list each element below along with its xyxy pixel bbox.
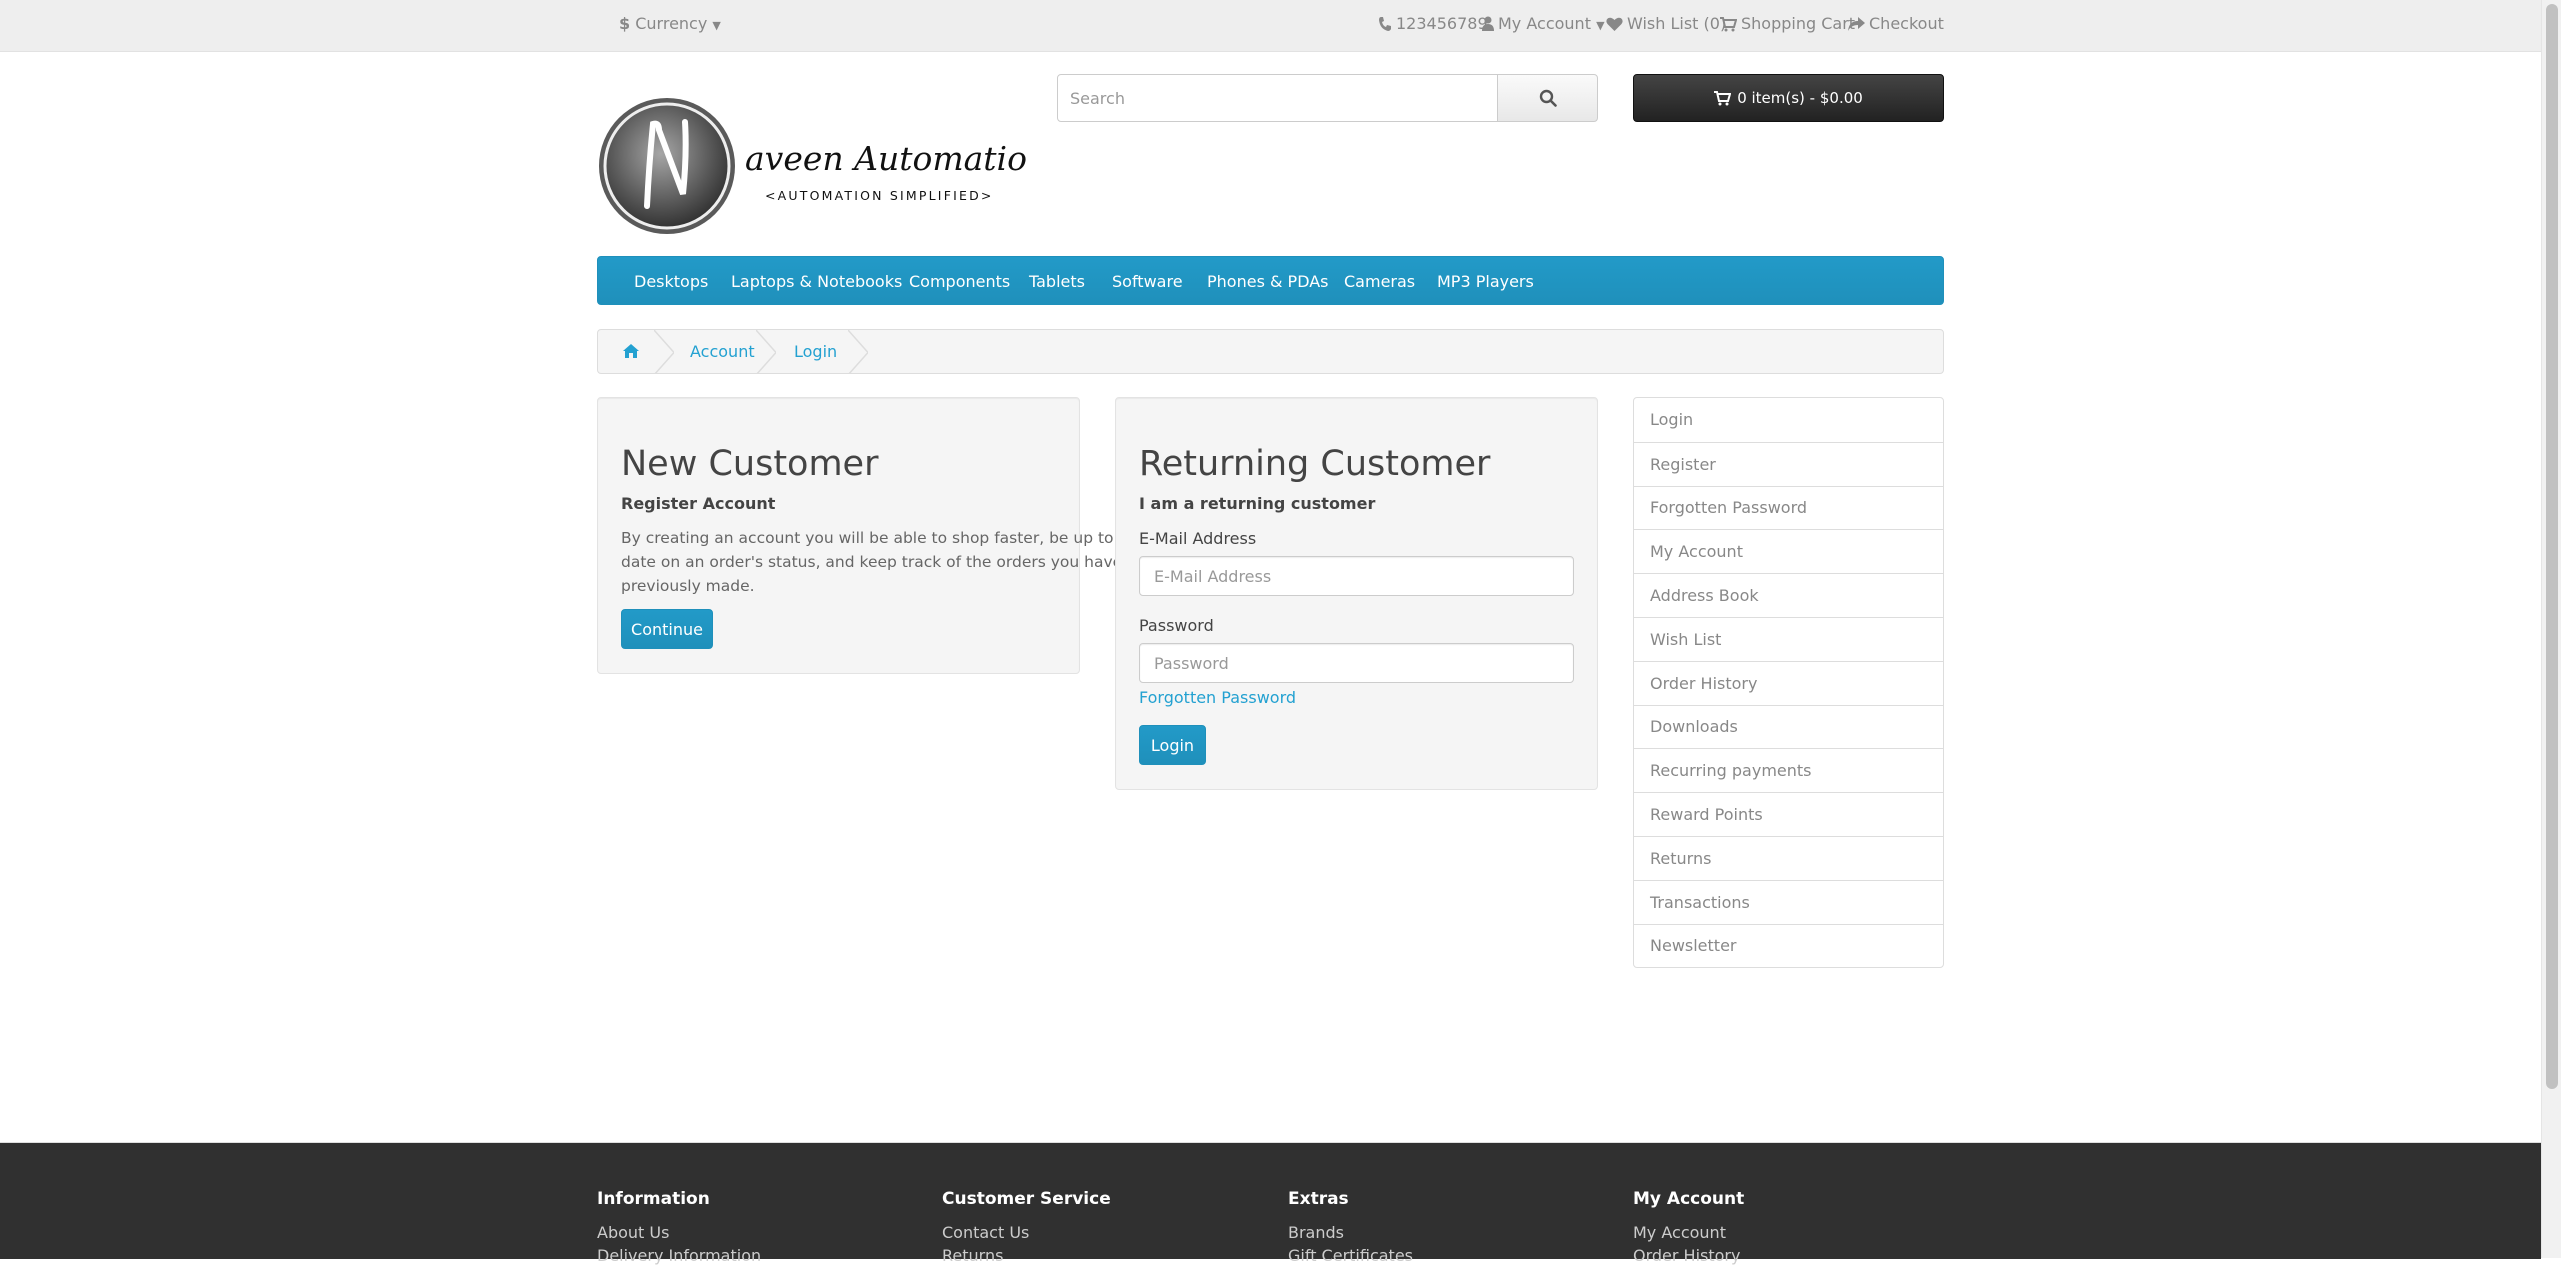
- returning-customer-title: Returning Customer: [1139, 444, 1491, 484]
- currency-dropdown[interactable]: $ Currency ▼: [619, 14, 721, 36]
- register-account-heading: Register Account: [621, 494, 776, 513]
- currency-label: Currency: [635, 14, 708, 33]
- breadcrumb-separator: [848, 330, 868, 373]
- footer-my-account-title: My Account: [1633, 1189, 1745, 1209]
- password-field[interactable]: [1139, 643, 1574, 683]
- footer-link-contact-us[interactable]: Contact Us: [942, 1223, 1029, 1242]
- my-account-dropdown[interactable]: My Account ▼: [1482, 14, 1605, 36]
- breadcrumb-account[interactable]: Account: [690, 342, 755, 361]
- checkout-label: Checkout: [1869, 14, 1944, 33]
- footer-link-my-account[interactable]: My Account: [1633, 1223, 1726, 1242]
- footer-link-gift-certificates[interactable]: Gift Certificates: [1288, 1246, 1413, 1265]
- menu-item-software[interactable]: Software: [1112, 272, 1183, 291]
- account-links-list: Login Register Forgotten Password My Acc…: [1633, 397, 1944, 969]
- account-link-newsletter[interactable]: Newsletter: [1634, 923, 1943, 968]
- new-customer-title: New Customer: [621, 444, 879, 484]
- breadcrumb-home[interactable]: [622, 342, 640, 364]
- caret-down-icon: ▼: [1596, 19, 1605, 32]
- description-line: previously made.: [621, 577, 755, 595]
- footer-link-delivery-information[interactable]: Delivery Information: [597, 1246, 761, 1265]
- footer-link-returns[interactable]: Returns: [942, 1246, 1003, 1265]
- account-link-register[interactable]: Register: [1634, 441, 1943, 486]
- logo-tagline: <AUTOMATION SIMPLIFIED>: [765, 188, 994, 203]
- cart-icon: [1714, 90, 1732, 105]
- account-link-wish-list[interactable]: Wish List: [1634, 616, 1943, 661]
- footer-link-brands[interactable]: Brands: [1288, 1223, 1344, 1242]
- phone-number: 123456789: [1396, 14, 1488, 33]
- footer: Information About Us Delivery Informatio…: [0, 1142, 2541, 1265]
- cart-summary: 0 item(s) - $0.00: [1737, 89, 1863, 107]
- menu-item-mp3[interactable]: MP3 Players: [1437, 272, 1534, 291]
- search-input[interactable]: [1057, 74, 1498, 122]
- email-label: E-Mail Address: [1139, 529, 1257, 548]
- logo[interactable]: aveen Automation Labs <AUTOMATION SIMPLI…: [597, 94, 1138, 238]
- menu-item-cameras[interactable]: Cameras: [1344, 272, 1415, 291]
- cart-button[interactable]: 0 item(s) - $0.00: [1633, 74, 1944, 122]
- footer-customer-service-title: Customer Service: [942, 1189, 1111, 1209]
- description-line: By creating an account you will be able …: [621, 529, 1114, 547]
- breadcrumb-separator: [756, 330, 776, 373]
- continue-button[interactable]: Continue: [621, 609, 713, 649]
- account-link-order-history[interactable]: Order History: [1634, 660, 1943, 705]
- shopping-cart-label: Shopping Cart: [1741, 14, 1856, 33]
- menu-item-phones[interactable]: Phones & PDAs: [1207, 272, 1329, 291]
- home-icon: [623, 344, 639, 358]
- search-button[interactable]: [1497, 74, 1598, 122]
- new-customer-panel: New Customer Register Account By creatin…: [597, 397, 1123, 674]
- heart-icon: [1606, 17, 1623, 31]
- forgotten-password-link[interactable]: Forgotten Password: [1139, 688, 1296, 707]
- search-icon: [1539, 89, 1557, 107]
- account-link-address-book[interactable]: Address Book: [1634, 573, 1943, 617]
- wishlist-link[interactable]: Wish List (0): [1606, 14, 1726, 34]
- new-customer-description: By creating an account you will be able …: [621, 526, 1123, 598]
- account-link-transactions[interactable]: Transactions: [1634, 879, 1943, 924]
- account-link-login[interactable]: Login: [1634, 398, 1943, 442]
- menu-item-desktops[interactable]: Desktops: [634, 272, 708, 291]
- account-link-forgotten-password[interactable]: Forgotten Password: [1634, 485, 1943, 530]
- description-line: date on an order's status, and keep trac…: [621, 553, 1123, 571]
- login-button[interactable]: Login: [1139, 725, 1206, 765]
- cart-icon: [1720, 17, 1738, 32]
- footer-link-about-us[interactable]: About Us: [597, 1223, 669, 1242]
- top-bar: $ Currency ▼ 123456789 My Account ▼ Wish…: [0, 0, 2541, 52]
- shopping-cart-link[interactable]: Shopping Cart: [1720, 14, 1855, 34]
- category-menu: Desktops Laptops & Notebooks Components …: [597, 256, 1944, 305]
- dollar-icon: $: [619, 14, 631, 33]
- phone-icon: [1379, 17, 1391, 31]
- password-label: Password: [1139, 616, 1214, 635]
- my-account-label: My Account: [1498, 14, 1591, 33]
- account-link-recurring-payments[interactable]: Recurring payments: [1634, 748, 1943, 792]
- caret-down-icon: ▼: [712, 19, 721, 32]
- email-field[interactable]: [1139, 556, 1574, 596]
- account-link-reward-points[interactable]: Reward Points: [1634, 792, 1943, 836]
- user-icon: [1482, 16, 1494, 31]
- checkout-link[interactable]: Checkout: [1848, 14, 1944, 34]
- share-icon: [1848, 17, 1865, 31]
- account-link-downloads[interactable]: Downloads: [1634, 704, 1943, 749]
- footer-link-order-history[interactable]: Order History: [1633, 1246, 1740, 1265]
- footer-extras-title: Extras: [1288, 1189, 1349, 1209]
- returning-customer-subtitle: I am a returning customer: [1139, 494, 1376, 513]
- footer-information-title: Information: [597, 1189, 710, 1209]
- wishlist-label: Wish List (0): [1627, 14, 1727, 33]
- breadcrumb: Account Login: [597, 329, 1944, 374]
- returning-customer-panel: Returning Customer I am a returning cust…: [1115, 397, 1598, 790]
- menu-item-components[interactable]: Components: [909, 272, 1010, 291]
- breadcrumb-separator: [654, 330, 674, 373]
- breadcrumb-login[interactable]: Login: [794, 342, 837, 361]
- phone-link[interactable]: 123456789: [1378, 14, 1488, 34]
- scrollbar[interactable]: [2541, 0, 2561, 1258]
- account-link-returns[interactable]: Returns: [1634, 835, 1943, 880]
- logo-text: aveen Automation Labs: [745, 139, 1027, 178]
- menu-item-tablets[interactable]: Tablets: [1029, 272, 1085, 291]
- scrollbar-thumb[interactable]: [2546, 4, 2558, 1089]
- logo-graphic: aveen Automation Labs <AUTOMATION SIMPLI…: [599, 98, 1138, 234]
- menu-item-laptops[interactable]: Laptops & Notebooks: [731, 272, 902, 291]
- account-link-my-account[interactable]: My Account: [1634, 529, 1943, 573]
